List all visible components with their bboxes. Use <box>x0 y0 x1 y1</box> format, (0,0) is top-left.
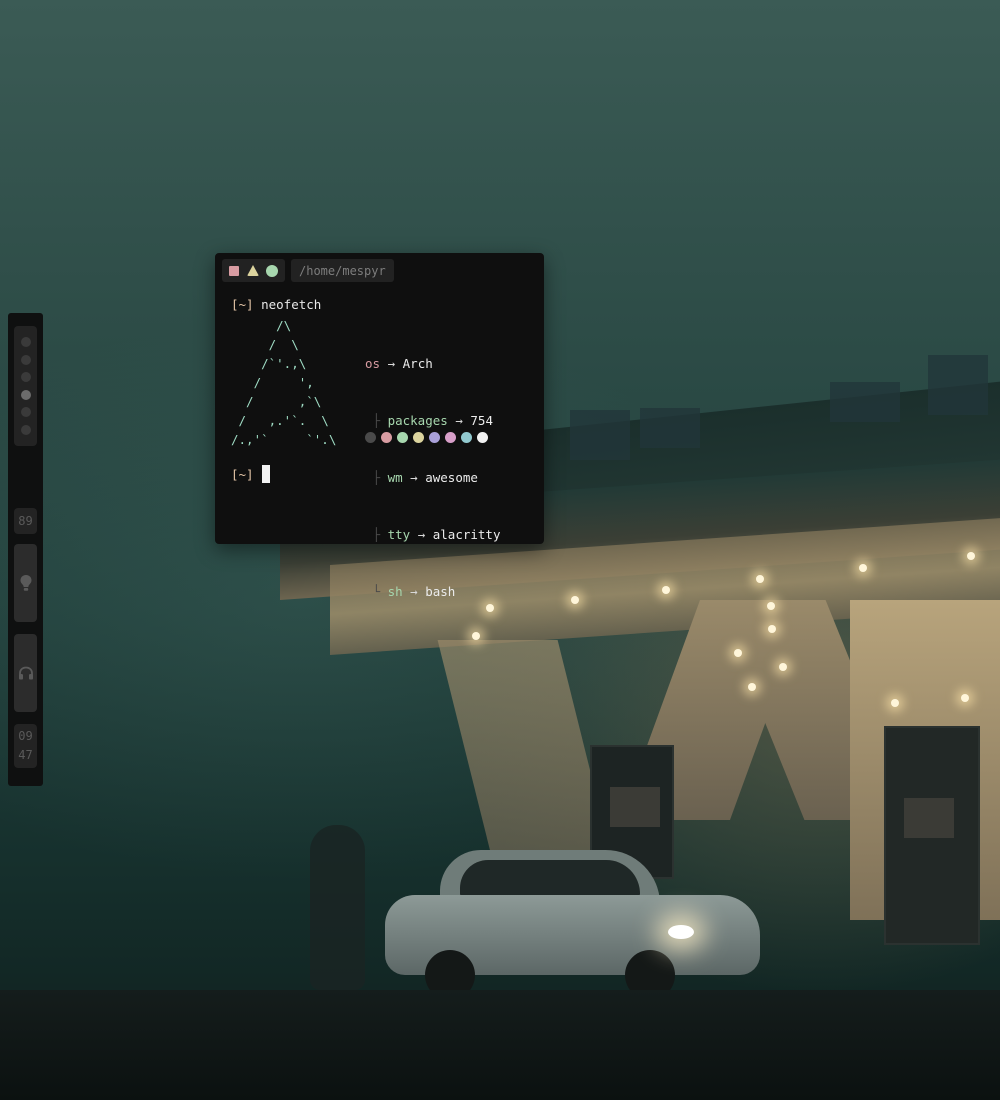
info-value: 754 <box>470 413 493 428</box>
window-controls <box>222 259 285 282</box>
info-row-packages: ├ packages → 754 <box>365 411 500 430</box>
arrow-icon: → <box>410 470 418 485</box>
roof-unit <box>830 382 900 422</box>
minimize-button[interactable] <box>265 264 278 277</box>
arrow-icon: → <box>387 356 396 371</box>
maximize-button[interactable] <box>246 265 259 276</box>
person-silhouette <box>310 825 365 990</box>
canopy-light <box>859 564 867 572</box>
roof-unit <box>928 355 988 415</box>
info-key: tty <box>387 527 411 542</box>
info-row-wm: ├ wm → awesome <box>365 468 500 487</box>
fuel-pump <box>884 726 980 945</box>
info-value: bash <box>425 584 456 599</box>
canopy-light <box>967 552 975 560</box>
command-line: [~] neofetch <box>231 297 321 312</box>
tree-branch: ├ <box>365 527 388 542</box>
roof-unit <box>640 408 700 448</box>
workspace-indicator-3[interactable] <box>20 372 31 383</box>
prompt: [~] <box>231 467 254 482</box>
canopy-light <box>891 699 899 707</box>
command-text: neofetch <box>261 297 322 312</box>
pump-screen <box>610 787 660 827</box>
canopy-light <box>779 663 787 671</box>
palette-swatch-4 <box>413 432 424 443</box>
canopy-light <box>734 649 742 657</box>
info-key: sh <box>387 584 403 599</box>
canopy-light <box>961 694 969 702</box>
palette-swatch-2 <box>381 432 392 443</box>
terminal-window[interactable]: /home/mespyr [~] neofetch /\ / \ /`'.,\ … <box>215 253 544 599</box>
info-value: Arch <box>402 356 433 371</box>
clock-hour: 09 <box>18 729 33 743</box>
canopy-light <box>768 625 776 633</box>
system-info: os → Arch ├ packages → 754 ├ wm → awesom… <box>365 316 500 639</box>
text-cursor <box>261 465 270 483</box>
info-value: awesome <box>425 470 478 485</box>
info-key: wm <box>387 470 403 485</box>
info-key: packages <box>387 413 448 428</box>
palette-swatch-8 <box>477 432 488 443</box>
side-panel: 89 09 47 <box>8 313 43 786</box>
palette-swatch-6 <box>445 432 456 443</box>
ground <box>0 990 1000 1100</box>
audio-widget[interactable] <box>14 634 37 712</box>
brightness-widget[interactable] <box>14 544 37 622</box>
tree-branch: ├ <box>365 413 388 428</box>
tree-branch: └ <box>365 584 388 599</box>
car-headlight <box>668 925 694 939</box>
arrow-icon: → <box>410 584 418 599</box>
color-palette <box>365 432 488 443</box>
prompt-line[interactable]: [~] <box>231 465 270 483</box>
workspace-indicator-2[interactable] <box>20 354 31 365</box>
info-row-os: os → Arch <box>365 354 500 373</box>
level-indicator: 89 <box>14 508 37 534</box>
workspace-indicator-5[interactable] <box>20 407 31 418</box>
palette-swatch-7 <box>461 432 472 443</box>
terminal-titlebar: /home/mespyr <box>222 259 394 282</box>
canopy-light <box>756 575 764 583</box>
palette-swatch-1 <box>365 432 376 443</box>
clock: 09 47 <box>14 724 37 768</box>
car-window <box>460 860 640 896</box>
canopy-light <box>571 596 579 604</box>
canopy-light <box>767 602 775 610</box>
roof-unit <box>570 410 630 460</box>
lightbulb-icon <box>20 575 31 591</box>
workspace-indicator-6[interactable] <box>20 424 31 435</box>
workspace-indicator-4[interactable] <box>20 389 31 400</box>
arrow-icon: → <box>417 527 426 542</box>
info-value: alacritty <box>432 527 501 542</box>
window-title-path: /home/mespyr <box>291 259 394 282</box>
pump-screen <box>904 798 954 838</box>
palette-swatch-3 <box>397 432 408 443</box>
palette-swatch-5 <box>429 432 440 443</box>
info-key: os <box>365 356 381 371</box>
headphones-icon <box>18 666 33 680</box>
workspace-list <box>14 326 37 446</box>
canopy-light <box>748 683 756 691</box>
prompt: [~] <box>231 297 254 312</box>
info-row-tty: ├ tty → alacritty <box>365 525 501 544</box>
canopy-light <box>662 586 670 594</box>
info-row-sh: └ sh → bash <box>365 582 500 601</box>
arrow-icon: → <box>455 413 463 428</box>
arch-ascii-logo: /\ / \ /`'.,\ / ', / ,`\ / ,.'`. \ /.,'`… <box>231 318 337 447</box>
tree-branch: ├ <box>365 470 388 485</box>
car <box>385 850 760 1000</box>
workspace-indicator-1[interactable] <box>20 337 31 348</box>
clock-minute: 47 <box>18 748 33 762</box>
close-button[interactable] <box>229 265 240 276</box>
